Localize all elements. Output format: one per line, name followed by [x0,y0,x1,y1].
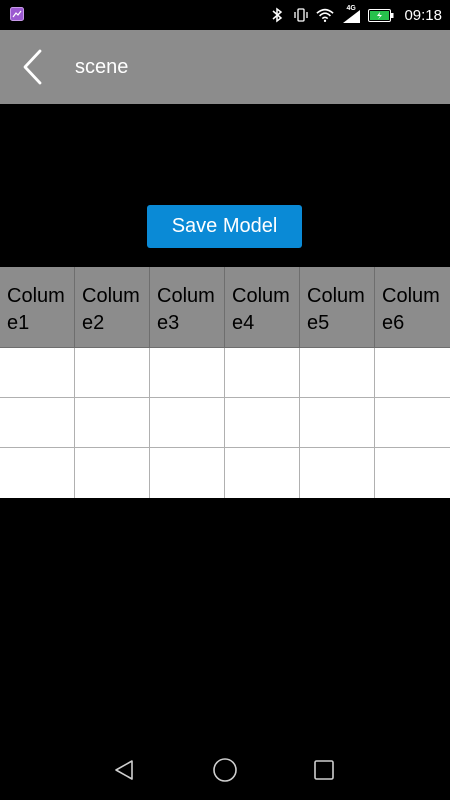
table-cell[interactable] [150,348,225,398]
home-circle-icon [213,758,237,782]
table-cell[interactable] [375,448,450,498]
nav-home-button[interactable] [211,756,239,784]
status-icons: 4G 09:18 [268,0,442,30]
table-cell[interactable] [225,348,300,398]
chevron-left-icon [23,49,42,85]
nav-back-button[interactable] [110,756,138,784]
column-header: Colume1 [0,267,75,348]
table-cell[interactable] [300,398,375,448]
table-header-row: Colume1 Colume2 Colume3 Colume4 Colume5 … [0,267,450,348]
column-header: Colume2 [75,267,150,348]
signal-icon: 4G [340,5,362,24]
table-cell[interactable] [375,348,450,398]
table-cell[interactable] [225,398,300,448]
navigation-bar [0,740,450,800]
table-cell[interactable] [75,348,150,398]
table-cell[interactable] [300,348,375,398]
table-cell[interactable] [375,398,450,448]
bluetooth-icon [268,6,286,24]
table-cell[interactable] [0,448,75,498]
table-cell[interactable] [75,398,150,448]
table-cell[interactable] [75,448,150,498]
column-header: Colume6 [375,267,450,348]
table-row [0,448,450,498]
status-time: 09:18 [404,6,442,24]
column-header: Colume4 [225,267,300,348]
network-type: 4G [346,5,356,12]
battery-charging-icon [368,8,394,22]
column-header: Colume5 [300,267,375,348]
back-triangle-icon [115,760,133,780]
table-cell[interactable] [0,348,75,398]
app-bar: scene [0,30,450,104]
table-cell[interactable] [0,398,75,448]
gallery-icon [10,7,24,21]
back-button[interactable] [12,44,52,90]
save-model-button[interactable]: Save Model [147,205,302,248]
table-cell[interactable] [150,448,225,498]
wifi-icon [316,6,335,24]
table-row [0,398,450,448]
table-row [0,348,450,398]
table-cell[interactable] [150,398,225,448]
table-cell[interactable] [300,448,375,498]
table-cell[interactable] [225,448,300,498]
data-table: Colume1 Colume2 Colume3 Colume4 Colume5 … [0,267,450,498]
column-header: Colume3 [150,267,225,348]
status-bar: 4G 09:18 [0,0,450,30]
vibrate-icon [292,6,310,24]
page-title: scene [75,56,129,78]
nav-recents-button[interactable] [310,756,338,784]
recents-square-icon [314,760,334,780]
